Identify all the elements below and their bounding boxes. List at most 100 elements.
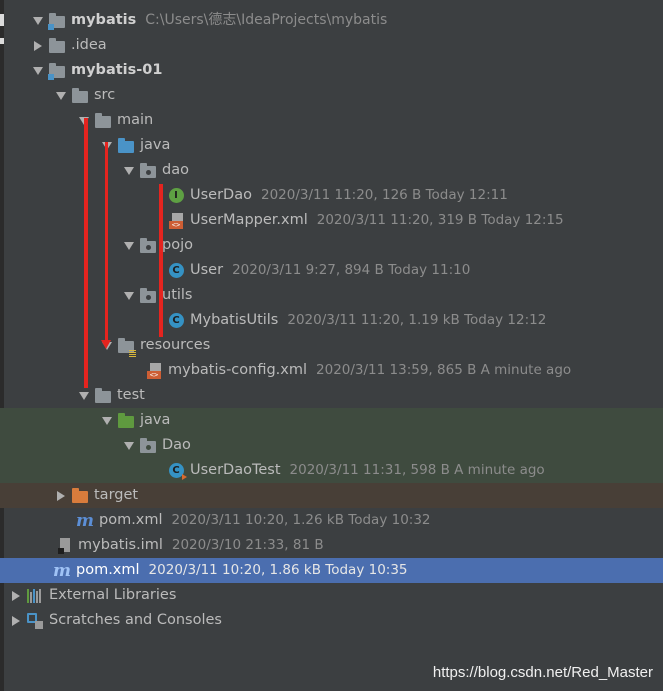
file-meta: 2020/3/11 11:31, 598 B A minute ago bbox=[289, 462, 545, 478]
tree-row-userdaotest[interactable]: C UserDaoTest 2020/3/11 11:31, 598 B A m… bbox=[0, 458, 663, 483]
folder-icon bbox=[94, 112, 112, 130]
tree-row-resources[interactable]: resources bbox=[0, 333, 663, 358]
tree-row-idea[interactable]: .idea bbox=[0, 33, 663, 58]
file-meta: 2020/3/11 11:20, 319 B Today 12:15 bbox=[316, 212, 564, 228]
tree-row-src[interactable]: src bbox=[0, 83, 663, 108]
expand-arrow-icon[interactable] bbox=[53, 83, 69, 108]
tree-row-dao[interactable]: dao bbox=[0, 158, 663, 183]
file-name: User bbox=[190, 262, 224, 278]
source-folder-icon bbox=[117, 137, 135, 155]
file-meta: 2020/3/11 9:27, 894 B Today 11:10 bbox=[232, 262, 471, 278]
tree-row-module[interactable]: mybatis-01 bbox=[0, 58, 663, 83]
xml-file-icon: <> bbox=[167, 212, 185, 230]
package-name: Dao bbox=[162, 437, 191, 453]
file-meta: 2020/3/10 21:33, 81 B bbox=[171, 537, 324, 553]
tree-row-pojo[interactable]: pojo bbox=[0, 233, 663, 258]
annotation-line-java bbox=[105, 142, 108, 342]
maven-pom-icon: m bbox=[76, 510, 94, 531]
tree-row-utils[interactable]: utils bbox=[0, 283, 663, 308]
tree-row-userdao[interactable]: I UserDao 2020/3/11 11:20, 126 B Today 1… bbox=[0, 183, 663, 208]
file-meta: 2020/3/11 11:20, 1.19 kB Today 12:12 bbox=[287, 312, 547, 328]
tree-row-usermapper[interactable]: <> UserMapper.xml 2020/3/11 11:20, 319 B… bbox=[0, 208, 663, 233]
file-name: UserDaoTest bbox=[190, 462, 281, 478]
collapse-arrow-icon[interactable] bbox=[8, 608, 24, 633]
tree-row-test-dao[interactable]: Dao bbox=[0, 433, 663, 458]
file-name: pom.xml bbox=[99, 512, 163, 528]
scratches-icon bbox=[26, 612, 44, 630]
annotation-line-packages bbox=[159, 184, 163, 337]
project-name: mybatis bbox=[71, 12, 137, 28]
tree-row-mybatisutils[interactable]: C MybatisUtils 2020/3/11 11:20, 1.19 kB … bbox=[0, 308, 663, 333]
interface-icon: I bbox=[167, 187, 185, 205]
file-meta: 2020/3/11 10:20, 1.86 kB Today 10:35 bbox=[148, 562, 408, 578]
library-icon bbox=[26, 587, 44, 605]
tree-row-main-java[interactable]: java bbox=[0, 133, 663, 158]
package-icon bbox=[139, 287, 157, 305]
folder-name: java bbox=[140, 137, 171, 153]
node-name: External Libraries bbox=[49, 587, 177, 603]
tree-row-test[interactable]: test bbox=[0, 383, 663, 408]
collapse-arrow-icon[interactable] bbox=[8, 583, 24, 608]
tree-row-main[interactable]: main bbox=[0, 108, 663, 133]
expand-arrow-icon[interactable] bbox=[121, 433, 137, 458]
test-folder-icon bbox=[117, 412, 135, 430]
module-folder-icon bbox=[48, 62, 66, 80]
xml-file-icon: <> bbox=[145, 362, 163, 380]
maven-pom-icon: m bbox=[53, 560, 71, 581]
package-icon bbox=[139, 437, 157, 455]
annotation-line-main bbox=[84, 118, 88, 388]
tree-row-test-java[interactable]: java bbox=[0, 408, 663, 433]
file-name: pom.xml bbox=[76, 562, 140, 578]
folder-name: main bbox=[117, 112, 154, 128]
package-name: dao bbox=[162, 162, 189, 178]
package-icon bbox=[139, 237, 157, 255]
project-tree: mybatis C:\Users\德志\IdeaProjects\mybatis… bbox=[0, 8, 663, 633]
tree-row-root-pom[interactable]: m pom.xml 2020/3/11 10:20, 1.86 kB Today… bbox=[0, 558, 663, 583]
tree-row-project-root[interactable]: mybatis C:\Users\德志\IdeaProjects\mybatis bbox=[0, 8, 663, 33]
collapse-arrow-icon[interactable] bbox=[53, 483, 69, 508]
file-name: mybatis.iml bbox=[78, 537, 163, 553]
package-name: pojo bbox=[162, 237, 193, 253]
package-name: utils bbox=[162, 287, 193, 303]
resources-folder-icon bbox=[117, 337, 136, 357]
expand-arrow-icon[interactable] bbox=[121, 158, 137, 183]
folder-icon bbox=[94, 387, 112, 405]
tree-row-scratches[interactable]: Scratches and Consoles bbox=[0, 608, 663, 633]
iml-file-icon bbox=[55, 537, 73, 555]
folder-icon bbox=[48, 37, 66, 55]
tree-row-target[interactable]: target bbox=[0, 483, 663, 508]
file-name: MybatisUtils bbox=[190, 312, 279, 328]
collapse-arrow-icon[interactable] bbox=[30, 33, 46, 58]
tree-row-iml[interactable]: mybatis.iml 2020/3/10 21:33, 81 B bbox=[0, 533, 663, 558]
expand-arrow-icon[interactable] bbox=[121, 233, 137, 258]
watermark: https://blog.csdn.net/Red_Master bbox=[432, 664, 653, 681]
node-name: Scratches and Consoles bbox=[49, 612, 222, 628]
file-meta: 2020/3/11 10:20, 1.26 kB Today 10:32 bbox=[171, 512, 431, 528]
module-folder-icon bbox=[48, 12, 66, 30]
tree-row-external-libraries[interactable]: External Libraries bbox=[0, 583, 663, 608]
package-icon bbox=[139, 162, 157, 180]
file-name: mybatis-config.xml bbox=[168, 362, 308, 378]
folder-name: src bbox=[94, 87, 116, 103]
tree-row-module-pom[interactable]: m pom.xml 2020/3/11 10:20, 1.26 kB Today… bbox=[0, 508, 663, 533]
class-icon: C bbox=[167, 312, 185, 330]
folder-name: test bbox=[117, 387, 145, 403]
tree-row-user[interactable]: C User 2020/3/11 9:27, 894 B Today 11:10 bbox=[0, 258, 663, 283]
annotation-arrow-icon bbox=[101, 340, 111, 349]
file-meta: 2020/3/11 11:20, 126 B Today 12:11 bbox=[260, 187, 508, 203]
expand-arrow-icon[interactable] bbox=[30, 8, 46, 33]
project-path: C:\Users\德志\IdeaProjects\mybatis bbox=[145, 12, 388, 28]
folder-name: target bbox=[94, 487, 139, 503]
folder-icon bbox=[71, 87, 89, 105]
file-meta: 2020/3/11 13:59, 865 B A minute ago bbox=[316, 362, 572, 378]
test-class-icon: C bbox=[167, 462, 187, 480]
folder-name: java bbox=[140, 412, 171, 428]
excluded-folder-icon bbox=[71, 487, 89, 505]
tree-row-mybatis-config[interactable]: <> mybatis-config.xml 2020/3/11 13:59, 8… bbox=[0, 358, 663, 383]
class-icon: C bbox=[167, 262, 185, 280]
module-name: mybatis-01 bbox=[71, 62, 163, 78]
expand-arrow-icon[interactable] bbox=[121, 283, 137, 308]
expand-arrow-icon[interactable] bbox=[99, 408, 115, 433]
folder-name: resources bbox=[140, 337, 211, 353]
expand-arrow-icon[interactable] bbox=[30, 58, 46, 83]
